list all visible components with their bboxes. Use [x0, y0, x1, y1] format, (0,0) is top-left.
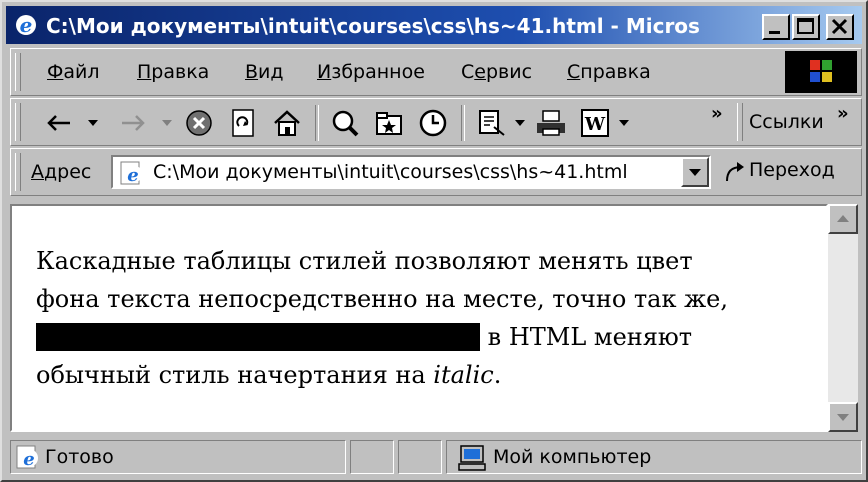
- forward-dropdown[interactable]: [159, 105, 175, 141]
- content-paragraph: Каскадные таблицы стилей позволяют менят…: [36, 242, 816, 394]
- svg-text:e: e: [127, 165, 138, 186]
- address-input[interactable]: e C:\Мои документы\intuit\courses\css\hs…: [111, 155, 711, 189]
- back-button[interactable]: [35, 105, 83, 141]
- zone-text: Мой компьютер: [493, 446, 652, 468]
- address-bar: Адрес e C:\Мои документы\intuit\courses\…: [10, 148, 862, 196]
- edit-button[interactable]: W: [575, 105, 615, 141]
- address-grip[interactable]: [15, 153, 21, 191]
- stop-icon: [186, 110, 212, 136]
- close-icon: [831, 18, 848, 35]
- maximize-button[interactable]: [792, 14, 820, 40]
- my-computer-icon: [458, 445, 486, 471]
- menu-edit[interactable]: Правка: [137, 61, 209, 83]
- ie-logo-icon: e: [16, 13, 36, 37]
- page-ie-icon: e: [120, 161, 142, 186]
- svg-text:e: e: [20, 13, 33, 37]
- back-arrow-icon: [47, 115, 70, 131]
- forward-arrow-icon: [122, 115, 145, 131]
- dropdown-arrow-icon: [162, 120, 172, 126]
- links-button[interactable]: Ссылки: [749, 111, 824, 133]
- scroll-down-arrow-icon: [837, 414, 849, 421]
- text-line-4: обычный стиль начертания на: [36, 361, 434, 389]
- page-content: Каскадные таблицы стилей позволяют менят…: [10, 204, 828, 432]
- printer-icon: [537, 110, 565, 136]
- address-label: Адрес: [31, 161, 92, 183]
- menu-tools[interactable]: Сервис: [461, 61, 532, 83]
- favorites-button[interactable]: [369, 105, 409, 141]
- minimize-button[interactable]: [762, 14, 790, 40]
- text-line-2: фона текста непосредственно на месте, то…: [36, 285, 729, 313]
- dropdown-arrow-icon: [515, 120, 525, 126]
- highlighted-text: как строковые элементы разметки: [36, 323, 481, 351]
- mail-dropdown[interactable]: [513, 105, 527, 141]
- favorites-folder-icon: [376, 112, 402, 135]
- dropdown-arrow-icon: [619, 120, 629, 126]
- refresh-button[interactable]: [223, 105, 263, 141]
- menu-bar: Файл Правка Вид Избранное Сервис Справка: [10, 48, 862, 96]
- scroll-up-arrow-icon: [837, 215, 849, 222]
- toolbar-grip[interactable]: [15, 103, 21, 141]
- links-overflow-chevron[interactable]: »: [837, 103, 849, 124]
- menu-help[interactable]: Справка: [567, 61, 651, 83]
- go-arrow-icon: [726, 162, 744, 182]
- edit-dropdown[interactable]: [617, 105, 631, 141]
- go-label: Переход: [749, 159, 835, 181]
- refresh-icon: [232, 109, 254, 137]
- search-button[interactable]: [325, 105, 365, 141]
- title-bar[interactable]: e C:\Мои документы\intuit\courses\css\hs…: [6, 6, 862, 44]
- home-button[interactable]: [267, 105, 307, 141]
- menu-bar-grip[interactable]: [15, 53, 21, 91]
- scroll-up-button[interactable]: [828, 204, 858, 234]
- toolbar-separator: [315, 105, 319, 141]
- windows-flag-icon: [810, 60, 832, 82]
- menu-view[interactable]: Вид: [245, 61, 284, 83]
- chevron-down-icon: [689, 169, 701, 176]
- text-after-highlight: в HTML меняют: [480, 323, 693, 351]
- address-dropdown-button[interactable]: [681, 157, 709, 187]
- home-icon: [274, 110, 300, 136]
- status-page-icon: e: [16, 445, 38, 470]
- toolbar-separator: [461, 105, 465, 141]
- status-panel-empty-1: [350, 440, 394, 474]
- minimize-icon: [769, 31, 780, 34]
- history-clock-icon: [419, 109, 447, 137]
- go-button[interactable]: Переход: [723, 155, 855, 189]
- svg-text:e: e: [23, 449, 34, 470]
- address-value: C:\Мои документы\intuit\courses\css\hs~4…: [153, 161, 628, 183]
- back-dropdown[interactable]: [85, 105, 101, 141]
- toolbar-overflow-chevron[interactable]: »: [711, 103, 723, 124]
- word-edit-icon: W: [581, 109, 609, 137]
- text-line-1: Каскадные таблицы стилей позволяют менят…: [36, 247, 693, 275]
- status-panel-zone: Мой компьютер: [446, 440, 862, 474]
- maximize-icon: [797, 18, 814, 34]
- vertical-scrollbar[interactable]: [828, 204, 858, 432]
- search-icon: [332, 110, 359, 137]
- italic-word: italic: [433, 361, 494, 389]
- dropdown-arrow-icon: [88, 120, 98, 126]
- svg-text:W: W: [584, 114, 606, 135]
- status-panel-main: e Готово: [10, 440, 346, 474]
- mail-button[interactable]: [471, 105, 511, 141]
- address-label-accesskey: А: [31, 161, 44, 183]
- windows-logo-panel: [785, 51, 857, 93]
- status-text: Готово: [45, 446, 114, 468]
- forward-button[interactable]: [109, 105, 157, 141]
- window-title: C:\Мои документы\intuit\courses\css\hs~4…: [46, 14, 700, 38]
- history-button[interactable]: [413, 105, 453, 141]
- browser-window: e C:\Мои документы\intuit\courses\css\hs…: [0, 0, 868, 482]
- menu-file[interactable]: Файл: [47, 61, 100, 83]
- mail-icon: [479, 110, 505, 136]
- text-line-4-end: .: [493, 361, 502, 389]
- links-grip[interactable]: [737, 103, 743, 141]
- scroll-down-button[interactable]: [828, 402, 858, 432]
- stop-button[interactable]: [179, 105, 219, 141]
- status-bar: e Готово Мой компьютер: [10, 438, 862, 476]
- menu-favorites[interactable]: Избранное: [317, 61, 425, 83]
- status-panel-empty-2: [398, 440, 442, 474]
- standard-toolbar: W » Ссылки »: [10, 98, 862, 146]
- close-button[interactable]: [826, 14, 854, 40]
- print-button[interactable]: [531, 105, 571, 141]
